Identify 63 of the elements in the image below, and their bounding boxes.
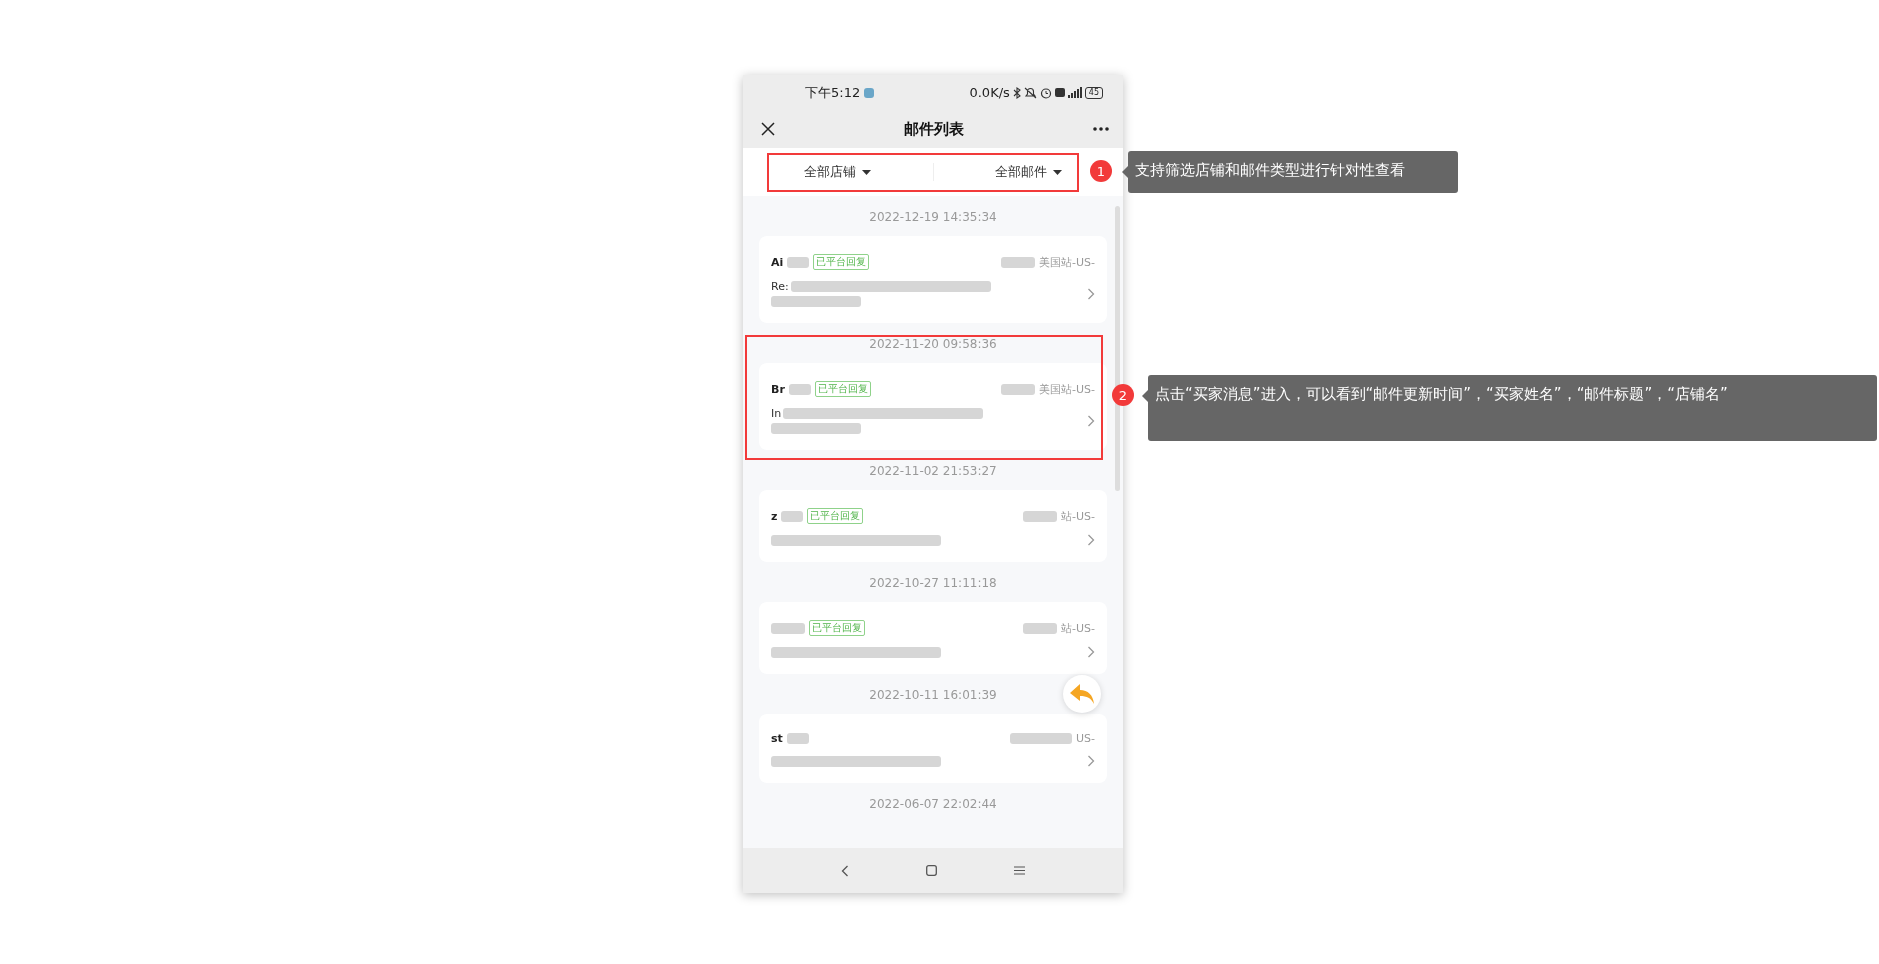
- replied-tag: 已平台回复: [814, 381, 871, 397]
- email-card[interactable]: Ai 已平台回复 美国站-US- Re:: [759, 236, 1107, 323]
- redacted-block: [786, 733, 809, 744]
- hd-icon: [1054, 88, 1065, 97]
- caret-down-icon: [1052, 169, 1062, 175]
- redacted-block: [781, 510, 804, 522]
- email-date: 2022-06-07 22:02:44: [869, 797, 997, 811]
- replied-tag: 已平台回复: [807, 508, 864, 524]
- email-card[interactable]: z 已平台回复 站-US-: [759, 490, 1107, 562]
- mute-icon: [1023, 86, 1037, 99]
- subject-text: Re:: [771, 280, 789, 293]
- close-icon: [761, 122, 775, 136]
- email-card[interactable]: Br 已平台回复 美国站-US- In: [759, 363, 1107, 450]
- chevron-right-icon: [1087, 534, 1095, 546]
- shop-name: 美国站-US-: [1039, 254, 1095, 270]
- redacted-block: [788, 383, 811, 395]
- redacted-block: [1010, 733, 1072, 744]
- redacted-block: [1023, 510, 1057, 522]
- menu-icon: [1013, 866, 1025, 875]
- buyer-name: Ai: [771, 255, 784, 269]
- shop-name: US-: [1076, 732, 1095, 745]
- annotation-tooltip: 支持筛选店铺和邮件类型进行针对性查看: [1128, 151, 1458, 193]
- buyer-name: st: [771, 732, 783, 745]
- alarm-icon: [1039, 86, 1052, 99]
- email-date: 2022-12-19 14:35:34: [869, 210, 997, 224]
- buyer-name: z: [771, 509, 778, 523]
- redacted-block: [771, 622, 805, 634]
- network-speed: 0.0K/s: [969, 85, 1010, 100]
- replied-tag: 已平台回复: [813, 254, 870, 270]
- more-icon: [1093, 127, 1109, 131]
- shop-name: 美国站-US-: [1039, 381, 1095, 397]
- chevron-right-icon: [1087, 755, 1095, 767]
- step-badge: 2: [1112, 384, 1134, 406]
- scrollbar[interactable]: [1115, 206, 1120, 491]
- home-icon: [926, 865, 937, 876]
- signal-icon: [1067, 87, 1082, 98]
- email-date: 2022-10-11 16:01:39: [869, 688, 997, 702]
- subject-text: In: [771, 407, 782, 420]
- email-card[interactable]: st US-: [759, 714, 1107, 783]
- chevron-right-icon: [1087, 646, 1095, 658]
- redacted-block: [1001, 256, 1035, 268]
- battery-level: 45: [1084, 86, 1103, 99]
- reply-arrow-icon: [1069, 683, 1095, 705]
- back-icon: [841, 864, 850, 877]
- buyer-name: Br: [771, 382, 785, 396]
- caret-down-icon: [862, 169, 872, 175]
- bluetooth-icon: [1012, 86, 1021, 99]
- shop-name: 站-US-: [1061, 508, 1095, 524]
- redacted-block: [1001, 383, 1035, 395]
- email-date: 2022-11-02 21:53:27: [869, 464, 997, 478]
- status-time: 下午5:12: [805, 83, 861, 102]
- annotation-tooltip: 点击“买家消息”进入，可以看到“邮件更新时间”，“买家姓名”，“邮件标题”，“店铺名”: [1148, 375, 1877, 441]
- shop-name: 站-US-: [1061, 620, 1095, 636]
- filter-dropdown[interactable]: 全部店铺: [743, 157, 933, 187]
- email-date: 2022-11-20 09:58:36: [869, 337, 997, 351]
- replied-tag: 已平台回复: [809, 620, 865, 636]
- chevron-right-icon: [1087, 287, 1095, 300]
- redacted-block: [1023, 622, 1057, 634]
- chevron-right-icon: [1087, 414, 1095, 427]
- page-title: 邮件列表: [904, 119, 964, 139]
- location-icon: [864, 87, 875, 98]
- email-date: 2022-10-27 11:11:18: [869, 576, 997, 590]
- redacted-block: [787, 256, 810, 268]
